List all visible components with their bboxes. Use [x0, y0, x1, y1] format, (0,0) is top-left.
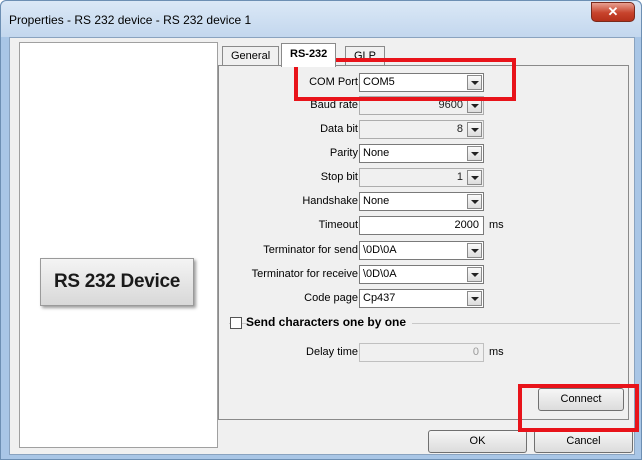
terminator-send-value: \0D\0A: [363, 244, 397, 256]
chevron-down-icon[interactable]: [467, 75, 482, 90]
terminator-receive-label: Terminator for receive: [251, 268, 358, 280]
stop-bit-label: Stop bit: [320, 171, 358, 183]
tab-rs-232[interactable]: RS-232: [281, 43, 337, 67]
baud-rate-label: Baud rate: [310, 99, 358, 111]
com-port-label: COM Port: [309, 76, 358, 88]
data-bit-value: 8: [456, 123, 463, 135]
device-image-panel: RS 232 Device: [19, 42, 218, 448]
chevron-down-icon[interactable]: [467, 98, 482, 113]
tab-glp[interactable]: GLP: [345, 46, 386, 66]
delay-time-label: Delay time: [306, 346, 358, 358]
properties-window: Properties - RS 232 device - RS 232 devi…: [0, 0, 642, 460]
window-title: Properties - RS 232 device - RS 232 devi…: [9, 13, 252, 27]
com-port-select[interactable]: COM5: [359, 73, 484, 92]
chevron-down-icon[interactable]: [467, 243, 482, 258]
parity-value: None: [363, 147, 390, 159]
close-icon: ✕: [607, 4, 619, 19]
tab-general[interactable]: General: [222, 46, 280, 66]
handshake-select[interactable]: None: [359, 192, 484, 211]
close-button[interactable]: ✕: [591, 2, 635, 22]
stop-bit-value: 1: [456, 171, 463, 183]
code-page-select[interactable]: Cp437: [359, 289, 484, 308]
delay-time-unit: ms: [489, 346, 504, 358]
device-badge: RS 232 Device: [40, 258, 194, 306]
terminator-send-label: Terminator for send: [263, 244, 358, 256]
chevron-down-icon[interactable]: [467, 291, 482, 306]
ok-button[interactable]: OK: [428, 430, 527, 453]
delay-time-value: 0: [472, 346, 479, 358]
cancel-button[interactable]: Cancel: [534, 430, 633, 453]
title-bar: Properties - RS 232 device - RS 232 devi…: [1, 1, 641, 37]
chevron-down-icon[interactable]: [467, 170, 482, 185]
timeout-value: 2000: [454, 219, 479, 231]
parity-label: Parity: [329, 147, 358, 159]
chevron-down-icon[interactable]: [467, 194, 482, 209]
terminator-receive-select[interactable]: \0D\0A: [359, 265, 484, 284]
connect-button[interactable]: Connect: [538, 388, 624, 411]
chevron-down-icon[interactable]: [467, 122, 482, 137]
send-one-by-one-checkbox[interactable]: [230, 317, 242, 329]
chevron-down-icon[interactable]: [467, 267, 482, 282]
send-one-by-one-label[interactable]: Send characters one by one: [246, 315, 413, 329]
baud-rate-value: 9600: [438, 99, 463, 111]
handshake-value: None: [363, 195, 390, 207]
rs232-tab-panel: COM Port COM5 Baud rate 9600 Data bit 8 …: [218, 65, 629, 420]
data-bit-select[interactable]: 8: [359, 120, 484, 139]
delay-time-input[interactable]: 0: [359, 343, 484, 362]
timeout-label: Timeout: [318, 219, 358, 231]
com-port-value: COM5: [363, 76, 395, 88]
timeout-unit: ms: [489, 219, 504, 231]
stop-bit-select[interactable]: 1: [359, 168, 484, 187]
baud-rate-select[interactable]: 9600: [359, 96, 484, 115]
terminator-receive-value: \0D\0A: [363, 268, 397, 280]
timeout-input[interactable]: 2000: [359, 216, 484, 235]
chevron-down-icon[interactable]: [467, 146, 482, 161]
data-bit-label: Data bit: [320, 123, 358, 135]
terminator-send-select[interactable]: \0D\0A: [359, 241, 484, 260]
parity-select[interactable]: None: [359, 144, 484, 163]
handshake-label: Handshake: [302, 195, 358, 207]
code-page-value: Cp437: [363, 292, 396, 304]
dialog-client-area: RS 232 Device General RS-232 GLP COM Por…: [9, 37, 635, 455]
code-page-label: Code page: [304, 292, 358, 304]
